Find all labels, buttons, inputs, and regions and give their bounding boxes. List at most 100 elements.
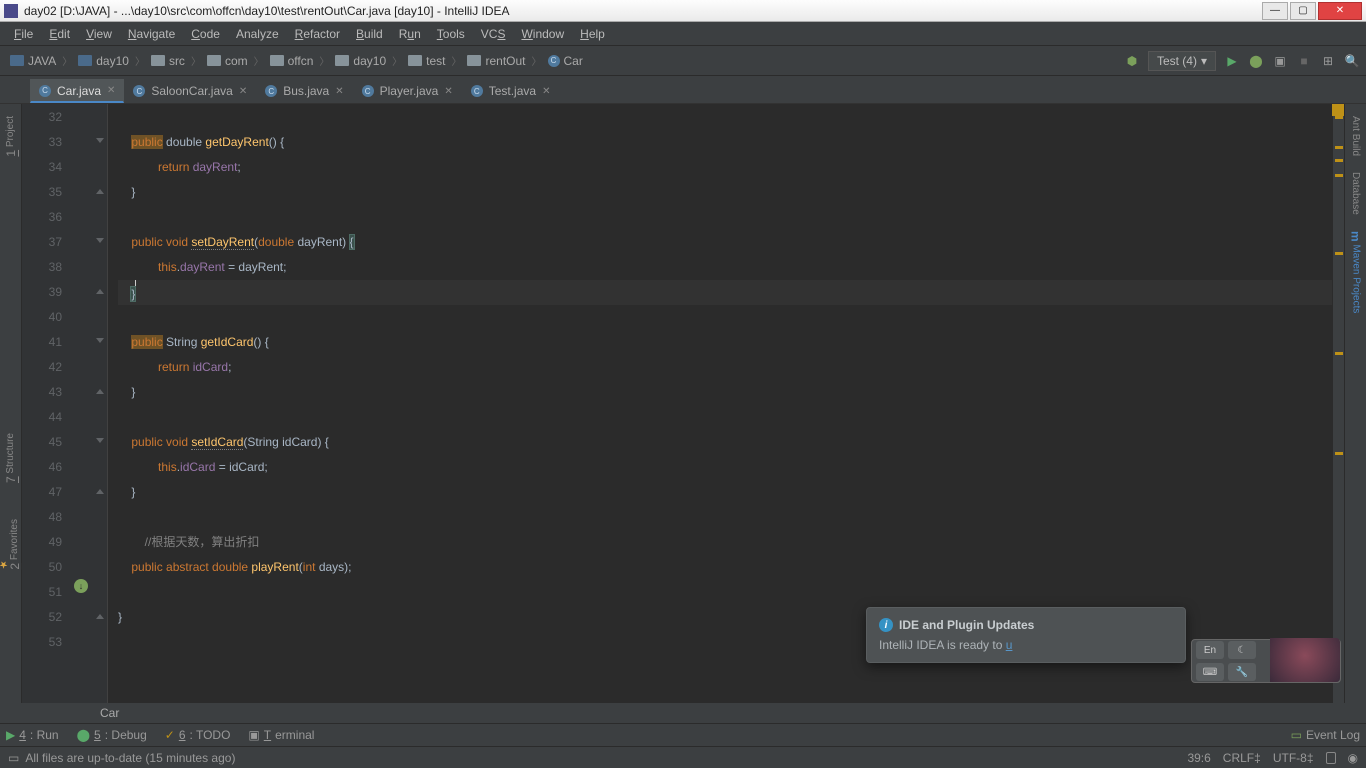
stop-button[interactable]: ■ (1296, 53, 1312, 69)
maximize-button[interactable]: ▢ (1290, 2, 1316, 20)
class-icon: C (471, 85, 483, 97)
breadcrumb-item[interactable]: com (203, 52, 252, 70)
code-line[interactable]: this.dayRent = dayRent; (118, 255, 1332, 280)
close-tab-icon[interactable]: ✕ (335, 86, 343, 97)
menu-build[interactable]: Build (348, 24, 391, 44)
tool-window-structure[interactable]: 7 Structure (4, 425, 18, 491)
tool-window-mavenprojects[interactable]: m Maven Projects (1349, 223, 1363, 321)
menu-tools[interactable]: Tools (429, 24, 473, 44)
fold-gutter (92, 104, 108, 703)
close-button[interactable]: ✕ (1318, 2, 1362, 20)
tool-window-project[interactable]: 1 Project (4, 108, 18, 165)
menu-window[interactable]: Window (513, 24, 572, 44)
tool-window-antbuild[interactable]: Ant Build (1350, 108, 1361, 164)
code-line[interactable]: return dayRent; (118, 155, 1332, 180)
override-marker-icon[interactable]: ↓ (74, 579, 88, 593)
statusbar-icon[interactable]: ▭ (8, 751, 19, 765)
tab-label: Player.java (380, 84, 439, 98)
code-line[interactable] (118, 580, 1332, 605)
ime-keyboard-icon[interactable]: ⌨ (1196, 663, 1224, 681)
close-tab-icon[interactable]: ✕ (107, 85, 115, 96)
editor-tab[interactable]: CCar.java✕ (30, 79, 124, 103)
code-line[interactable] (118, 205, 1332, 230)
code-line[interactable]: public abstract double playRent(int days… (118, 555, 1332, 580)
ime-moon-icon[interactable]: ☾ (1228, 641, 1256, 659)
structure-breadcrumb[interactable]: Car (0, 703, 1366, 723)
menu-analyze[interactable]: Analyze (228, 24, 287, 44)
code-line[interactable] (118, 305, 1332, 330)
editor-tab[interactable]: CTest.java✕ (462, 79, 560, 103)
code-line[interactable]: public String getIdCard() { (118, 330, 1332, 355)
layout-button[interactable]: ⊞ (1320, 53, 1336, 69)
class-icon: C (362, 85, 374, 97)
editor-tab[interactable]: CBus.java✕ (256, 79, 352, 103)
line-separator[interactable]: CRLF‡ (1223, 751, 1261, 765)
hector-icon[interactable]: ◉ (1348, 751, 1358, 765)
code-line[interactable]: public void setDayRent(double dayRent) { (118, 230, 1332, 255)
readonly-lock-icon[interactable] (1326, 752, 1336, 764)
breadcrumb-item[interactable]: test (404, 52, 449, 70)
menu-view[interactable]: View (78, 24, 120, 44)
code-line[interactable] (118, 505, 1332, 530)
menu-vcs[interactable]: VCS (473, 24, 514, 44)
menu-refactor[interactable]: Refactor (287, 24, 348, 44)
notification-link[interactable]: u (1006, 638, 1013, 652)
minimize-button[interactable]: — (1262, 2, 1288, 20)
editor-tab[interactable]: CSaloonCar.java✕ (124, 79, 256, 103)
breadcrumb-item[interactable]: JAVA (6, 52, 60, 70)
code-line[interactable]: return idCard; (118, 355, 1332, 380)
menu-file[interactable]: File (6, 24, 41, 44)
menu-edit[interactable]: Edit (41, 24, 78, 44)
run-configuration-selector[interactable]: Test (4) ▾ (1148, 51, 1216, 71)
bug-icon: ⬤ (77, 728, 90, 742)
code-line[interactable]: } (118, 280, 1332, 305)
editor-tab[interactable]: C Player.java ✕ (353, 79, 462, 103)
file-encoding[interactable]: UTF-8‡ (1273, 751, 1314, 765)
class-icon: C (265, 85, 277, 97)
bottom-tab-run[interactable]: ▶ 4: Run (6, 728, 59, 742)
menu-help[interactable]: Help (572, 24, 613, 44)
ime-language-widget[interactable]: En ☾ ⌨ 🔧 (1191, 639, 1341, 683)
error-stripe[interactable] (1332, 104, 1344, 703)
tool-window-database[interactable]: Database (1350, 164, 1361, 223)
breadcrumb-item[interactable]: day10 (331, 52, 390, 70)
debug-button[interactable]: ⬤ (1248, 53, 1264, 69)
ime-lang-button[interactable]: En (1196, 641, 1224, 659)
tool-window-favorites[interactable]: 2 Favorites (0, 511, 22, 578)
menu-navigate[interactable]: Navigate (120, 24, 183, 44)
cursor-position[interactable]: 39:6 (1187, 751, 1210, 765)
bottom-tab-todo[interactable]: ✓ 6: TODO (165, 728, 231, 742)
code-line[interactable]: this.idCard = idCard; (118, 455, 1332, 480)
tab-label: SaloonCar.java (151, 84, 232, 98)
breadcrumb-item[interactable]: rentOut (463, 52, 529, 70)
code-line[interactable] (118, 405, 1332, 430)
run-config-label: Test (4) (1157, 54, 1197, 68)
code-line[interactable]: public double getDayRent() { (118, 130, 1332, 155)
breadcrumb-item[interactable]: day10 (74, 52, 133, 70)
bottom-tab-debug[interactable]: ⬤ 5: Debug (77, 728, 147, 742)
menu-run[interactable]: Run (391, 24, 429, 44)
close-tab-icon[interactable]: ✕ (444, 86, 452, 97)
ime-settings-icon[interactable]: 🔧 (1228, 663, 1256, 681)
line-number-gutter: 3233343536373839404142434445464748495051… (22, 104, 74, 703)
run-button[interactable]: ▶ (1224, 53, 1240, 69)
breadcrumb-item[interactable]: offcn (266, 52, 318, 70)
build-icon[interactable]: ⬢ (1124, 53, 1140, 69)
code-line[interactable] (118, 105, 1332, 130)
code-line[interactable]: } (118, 480, 1332, 505)
breadcrumb-item[interactable]: CCar (544, 52, 587, 70)
coverage-button[interactable]: ▣ (1272, 53, 1288, 69)
code-line[interactable]: } (118, 380, 1332, 405)
text-caret (135, 280, 136, 298)
close-tab-icon[interactable]: ✕ (239, 86, 247, 97)
close-tab-icon[interactable]: ✕ (542, 86, 550, 97)
breadcrumb-item[interactable]: src (147, 52, 189, 70)
code-line[interactable]: //根据天数，算出折扣 (118, 530, 1332, 555)
search-everywhere-icon[interactable]: 🔍 (1344, 53, 1360, 69)
code-line[interactable]: } (118, 180, 1332, 205)
menu-code[interactable]: Code (183, 24, 228, 44)
bottom-tab-terminal[interactable]: ▣ Terminal (248, 728, 314, 742)
code-line[interactable]: public void setIdCard(String idCard) { (118, 430, 1332, 455)
event-log-button[interactable]: ▭ Event Log (1291, 728, 1360, 742)
notification-balloon[interactable]: i IDE and Plugin Updates IntelliJ IDEA i… (866, 607, 1186, 663)
